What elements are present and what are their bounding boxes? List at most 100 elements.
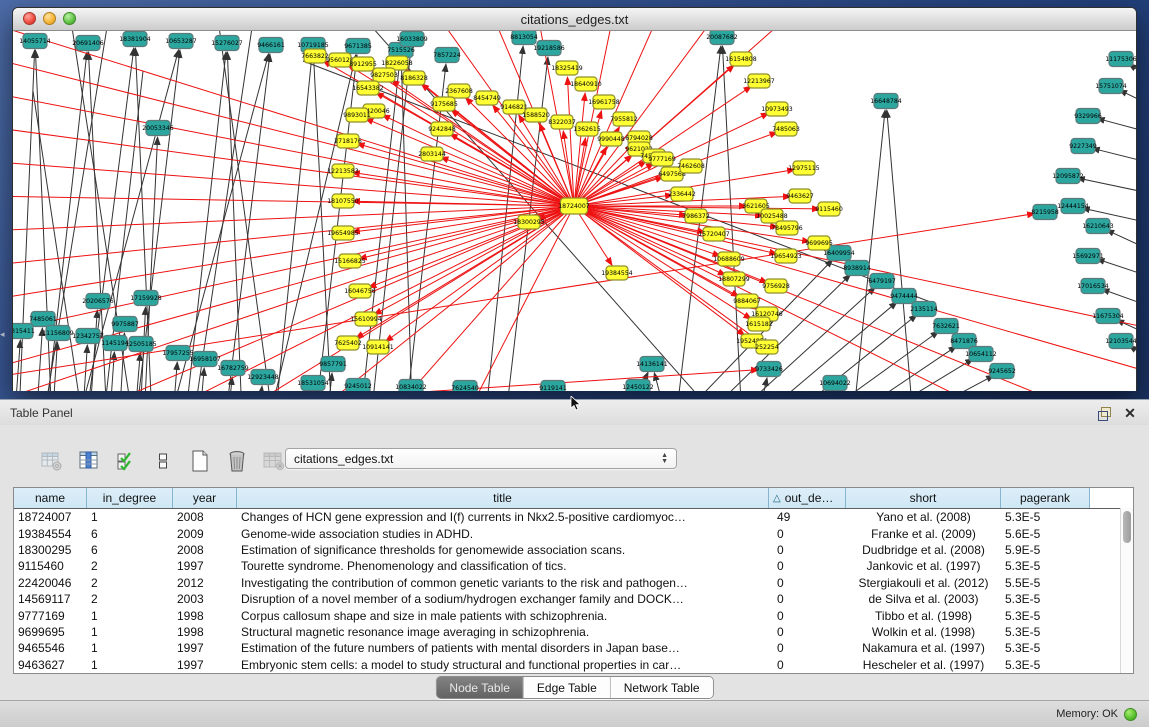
table-row[interactable]: 2242004622012Investigating the contribut… (14, 575, 1133, 591)
graph-node[interactable]: 7485063 (772, 122, 800, 136)
graph-node[interactable]: 16033809 (396, 32, 428, 47)
header-out-degree[interactable]: △out_de… (769, 488, 846, 508)
graph-node[interactable]: 9990448 (597, 132, 625, 146)
panel-collapse-arrow[interactable]: ◂ (0, 330, 5, 339)
table-cell[interactable]: Genome-wide association studies in ADHD. (237, 527, 769, 541)
table-cell[interactable]: 2008 (173, 543, 237, 557)
table-select-dropdown[interactable]: citations_edges.txt ▲▼ (285, 448, 677, 469)
graph-node[interactable]: 1615182 (745, 317, 773, 331)
graph-node[interactable]: 8322037 (548, 115, 576, 129)
table-cell[interactable]: 9463627 (14, 658, 87, 672)
graph-node[interactable]: 1362615 (573, 122, 601, 136)
graph-node[interactable]: 1588520 (522, 108, 550, 122)
table-cell[interactable]: 2009 (173, 527, 237, 541)
table-cell[interactable]: 1997 (173, 559, 237, 573)
graph-node[interactable]: 12444154 (1057, 199, 1089, 214)
table-row[interactable]: 1872400712008Changes of HCN gene express… (14, 509, 1133, 525)
table-cell[interactable]: 9699695 (14, 625, 87, 639)
graph-node[interactable]: 18724007 (558, 198, 590, 214)
delete-column-button[interactable] (225, 448, 249, 474)
table-cell[interactable]: Hescheler et al. (1997) (846, 658, 1001, 672)
graph-node[interactable]: 12342757 (72, 329, 104, 344)
table-cell[interactable]: 5.3E-5 (1001, 658, 1090, 672)
graph-node[interactable]: 18640910 (570, 77, 602, 91)
table-cell[interactable]: de Silva et al. (2003) (846, 592, 1001, 606)
graph-node[interactable]: 78495796 (771, 221, 803, 235)
scrollbar-thumb[interactable] (1123, 511, 1131, 543)
graph-node[interactable]: 18325419 (551, 61, 583, 75)
table-cell[interactable]: 5.3E-5 (1001, 609, 1090, 623)
graph-node[interactable]: 17159928 (130, 291, 162, 306)
graph-node[interactable]: 9756928 (762, 279, 790, 293)
table-cell[interactable]: 0 (769, 609, 846, 623)
graph-node[interactable]: 8912955 (349, 57, 377, 71)
window-titlebar[interactable]: citations_edges.txt (13, 8, 1136, 31)
graph-node[interactable]: 10653287 (165, 34, 197, 49)
table-cell[interactable]: 0 (769, 559, 846, 573)
header-name[interactable]: name (14, 488, 87, 508)
graph-node[interactable]: 7955812 (610, 112, 638, 126)
table-cell[interactable]: 5.3E-5 (1001, 592, 1090, 606)
table-row[interactable]: 1456911722003Disruption of a novel membe… (14, 591, 1133, 607)
graph-node[interactable]: 15276027 (211, 36, 243, 51)
close-window-icon[interactable] (23, 12, 36, 25)
graph-node[interactable]: 9245652 (988, 364, 1016, 379)
graph-node[interactable]: 9857791 (319, 357, 347, 372)
graph-node[interactable]: 10688609 (713, 252, 745, 266)
table-cell[interactable]: Embryonic stem cells: a model to study s… (237, 658, 769, 672)
graph-node[interactable]: 10694022 (819, 376, 851, 391)
float-panel-icon[interactable] (1095, 405, 1113, 421)
graph-node[interactable]: 252254 (755, 340, 779, 354)
table-cell[interactable]: 49 (769, 510, 846, 524)
table-cell[interactable]: Nakamura et al. (1997) (846, 641, 1001, 655)
graph-node[interactable]: 7462608 (677, 159, 705, 173)
tab-network-table[interactable]: Network Table (610, 677, 713, 698)
graph-node[interactable]: 9893011 (343, 108, 371, 122)
graph-node[interactable]: 14055714 (19, 34, 51, 49)
table-cell[interactable]: 18300295 (14, 543, 87, 557)
table-cell[interactable]: 5.3E-5 (1001, 625, 1090, 639)
graph-node[interactable]: 15720407 (698, 227, 730, 241)
graph-node[interactable]: 18807299 (718, 272, 750, 286)
graph-node[interactable]: 6479197 (868, 274, 896, 289)
graph-node[interactable]: 20087682 (706, 31, 738, 45)
graph-node[interactable]: 18107550 (327, 194, 359, 208)
graph-node[interactable]: 7624540 (451, 381, 479, 392)
table-cell[interactable]: 19384554 (14, 527, 87, 541)
table-row[interactable]: 911546021997Tourette syndrome. Phenomeno… (14, 558, 1133, 574)
network-window[interactable]: citations_edges.txt 14055714206914061838… (12, 7, 1137, 391)
graph-node[interactable]: 15610994 (350, 312, 382, 326)
table-cell[interactable]: Wolkin et al. (1998) (846, 625, 1001, 639)
graph-node[interactable]: 9329966 (1074, 109, 1102, 124)
graph-node[interactable]: 15166825 (334, 254, 366, 268)
graph-node[interactable]: 10914141 (362, 340, 394, 354)
table-cell[interactable]: Changes of HCN gene expression and I(f) … (237, 510, 769, 524)
tab-node-table[interactable]: Node Table (436, 677, 523, 698)
header-pagerank[interactable]: pagerank (1001, 488, 1090, 508)
table-cell[interactable]: 5.3E-5 (1001, 641, 1090, 655)
graph-node[interactable]: 16961758 (588, 95, 620, 109)
table-cell[interactable]: 5.9E-5 (1001, 543, 1090, 557)
graph-node[interactable]: 9245012 (344, 379, 372, 392)
graph-node[interactable]: 8215958 (1031, 205, 1059, 220)
graph-node[interactable]: 9827503 (370, 68, 398, 82)
graph-node[interactable]: 12213967 (743, 74, 775, 88)
graph-node[interactable]: 2718176 (334, 134, 362, 148)
memory-status-icon[interactable] (1124, 708, 1137, 721)
table-cell[interactable]: Disruption of a novel member of a sodium… (237, 592, 769, 606)
graph-node[interactable]: 9733426 (755, 362, 783, 377)
table-cell[interactable]: 1997 (173, 641, 237, 655)
table-cell[interactable]: 1 (87, 625, 173, 639)
table-cell[interactable]: Estimation of the future numbers of pati… (237, 641, 769, 655)
table-cell[interactable]: 9115460 (14, 559, 87, 573)
new-column-button[interactable] (188, 448, 212, 474)
graph-node[interactable]: 7857224 (433, 48, 461, 63)
graph-node[interactable]: 16648784 (870, 94, 902, 109)
table-cell[interactable]: Yano et al. (2008) (846, 510, 1001, 524)
graph-node[interactable]: 2336442 (668, 187, 696, 201)
table-cell[interactable]: 1998 (173, 609, 237, 623)
graph-node[interactable]: 20206576 (82, 294, 114, 309)
graph-node[interactable]: 9315411 (13, 324, 35, 339)
table-cell[interactable]: 0 (769, 576, 846, 590)
header-title[interactable]: title (237, 488, 769, 508)
